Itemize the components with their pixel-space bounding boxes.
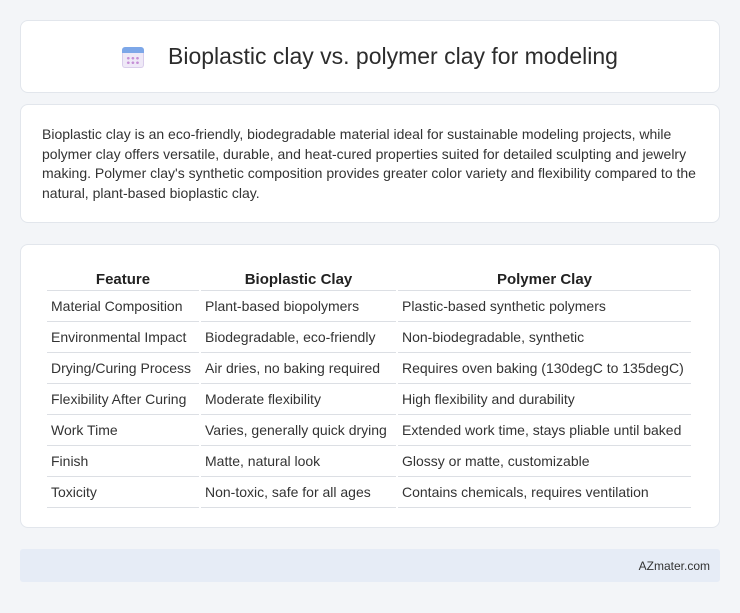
table-cell: Contains chemicals, requires ventilation — [398, 477, 691, 508]
table-cell: Glossy or matte, customizable — [398, 446, 691, 477]
comparison-table: Feature Bioplastic Clay Polymer Clay Mat… — [45, 265, 693, 508]
footer: AZmater.com — [20, 549, 720, 582]
table-cell: Varies, generally quick drying — [201, 415, 396, 446]
table-cell: Toxicity — [47, 477, 199, 508]
table-cell: Environmental Impact — [47, 322, 199, 353]
table-cell: Non-toxic, safe for all ages — [201, 477, 396, 508]
table-row: Toxicity Non-toxic, safe for all ages Co… — [47, 477, 691, 508]
table-cell: Non-biodegradable, synthetic — [398, 322, 691, 353]
footer-brand[interactable]: AZmater.com — [639, 559, 710, 573]
table-cell: Extended work time, stays pliable until … — [398, 415, 691, 446]
table-cell: Plant-based biopolymers — [201, 291, 396, 322]
table-row: Environmental Impact Biodegradable, eco-… — [47, 322, 691, 353]
table-cell: Material Composition — [47, 291, 199, 322]
table-cell: Moderate flexibility — [201, 384, 396, 415]
table-cell: Flexibility After Curing — [47, 384, 199, 415]
page-title: Bioplastic clay vs. polymer clay for mod… — [168, 43, 618, 69]
description-card: Bioplastic clay is an eco-friendly, biod… — [20, 104, 720, 223]
table-row: Finish Matte, natural look Glossy or mat… — [47, 446, 691, 477]
table-cell: Plastic-based synthetic polymers — [398, 291, 691, 322]
header-bioplastic-clay: Bioplastic Clay — [201, 265, 396, 291]
header-feature: Feature — [47, 265, 199, 291]
table-row: Flexibility After Curing Moderate flexib… — [47, 384, 691, 415]
header-polymer-clay: Polymer Clay — [398, 265, 691, 291]
title-card: Bioplastic clay vs. polymer clay for mod… — [20, 20, 720, 93]
table-cell: Air dries, no baking required — [201, 353, 396, 384]
table-cell: Biodegradable, eco-friendly — [201, 322, 396, 353]
table-cell: Drying/Curing Process — [47, 353, 199, 384]
table-header-row: Feature Bioplastic Clay Polymer Clay — [47, 265, 691, 291]
description-text: Bioplastic clay is an eco-friendly, biod… — [42, 126, 696, 201]
table-row: Work Time Varies, generally quick drying… — [47, 415, 691, 446]
table-row: Material Composition Plant-based biopoly… — [47, 291, 691, 322]
table-cell: High flexibility and durability — [398, 384, 691, 415]
calendar-icon — [122, 46, 145, 68]
table-row: Drying/Curing Process Air dries, no baki… — [47, 353, 691, 384]
table-cell: Requires oven baking (130degC to 135degC… — [398, 353, 691, 384]
table-cell: Work Time — [47, 415, 199, 446]
table-cell: Finish — [47, 446, 199, 477]
comparison-card: Feature Bioplastic Clay Polymer Clay Mat… — [20, 244, 720, 528]
table-cell: Matte, natural look — [201, 446, 396, 477]
